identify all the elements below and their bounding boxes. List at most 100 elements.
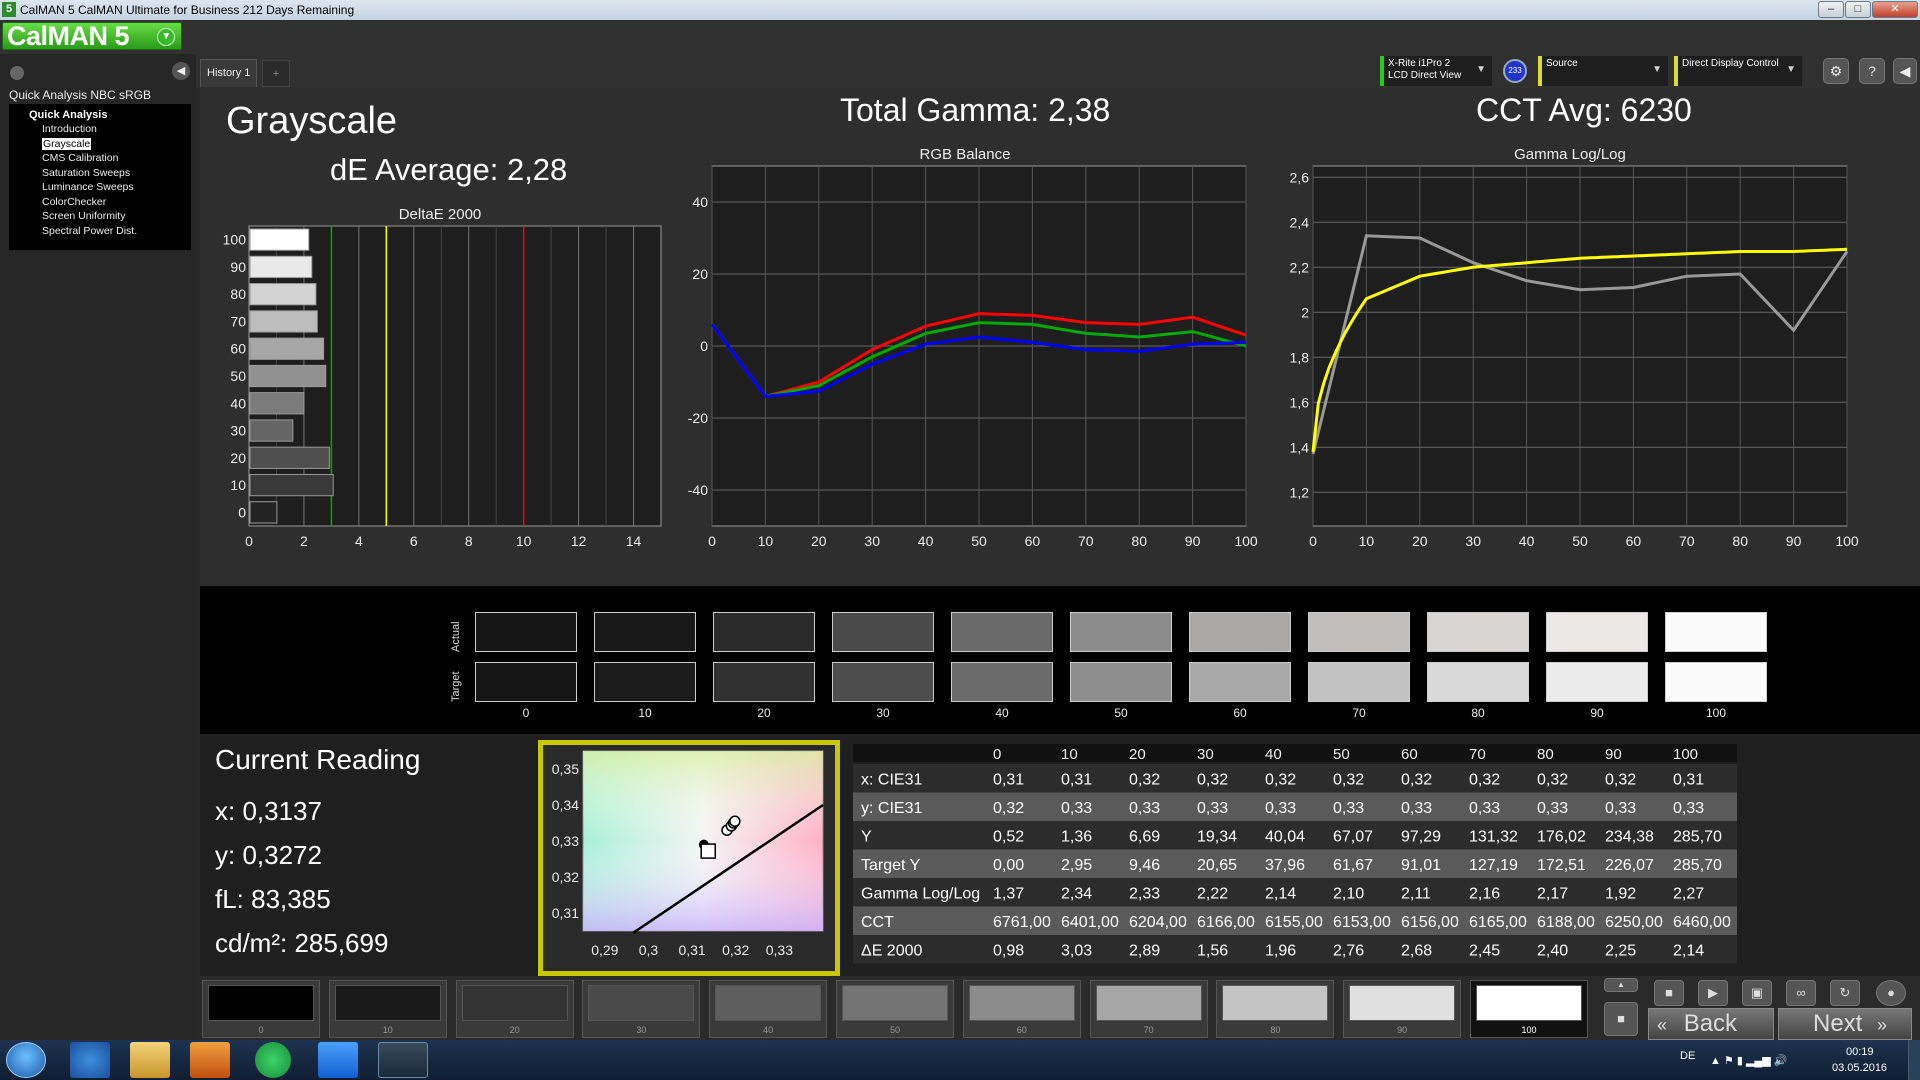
deltae-x-tick: 6 <box>410 533 418 549</box>
chevron-down-icon: ▼ <box>1476 64 1486 75</box>
add-tab-button[interactable]: + <box>262 60 290 87</box>
dropbox-icon[interactable] <box>318 1042 358 1078</box>
patch-button[interactable]: 100 <box>1470 980 1588 1038</box>
patch-button[interactable]: 0 <box>202 980 320 1038</box>
patch-button[interactable]: 40 <box>709 980 828 1038</box>
swatch-label: 80 <box>1471 706 1485 720</box>
patch-button[interactable]: 60 <box>962 980 1081 1038</box>
deltae-bar <box>249 501 278 524</box>
reading-y: y: 0,3272 <box>215 840 322 870</box>
chevrons-right-icon: » <box>1877 1015 1888 1035</box>
media-player-icon[interactable] <box>190 1042 230 1078</box>
start-button[interactable] <box>6 1042 46 1078</box>
stop-square-icon[interactable]: ■ <box>1604 1002 1638 1036</box>
language-indicator[interactable]: DE <box>1680 1050 1695 1062</box>
rgb-x-tick: 0 <box>708 533 716 549</box>
patch-button[interactable]: 10 <box>328 980 447 1038</box>
file-explorer-icon[interactable] <box>130 1042 170 1078</box>
calman-logo[interactable]: CalMAN 5 ▼ <box>2 22 182 50</box>
table-cell: 0,31 <box>993 771 1024 788</box>
nav-group-quick-analysis[interactable]: Quick Analysis <box>9 108 191 122</box>
swatch-label: 90 <box>1590 706 1604 720</box>
table-cell: 2,34 <box>1061 885 1092 902</box>
display-selector[interactable]: Direct Display Control ▼ <box>1674 56 1802 86</box>
rgb-x-tick: 50 <box>971 533 987 549</box>
record-icon[interactable]: ● <box>1876 980 1906 1006</box>
patch-button[interactable]: 20 <box>455 980 574 1038</box>
actual-swatch <box>1546 612 1648 652</box>
target-swatch <box>594 662 696 702</box>
nav-item-grayscale[interactable]: Grayscale <box>9 137 191 152</box>
close-button[interactable]: ✕ <box>1872 1 1918 18</box>
back-button[interactable]: « Back <box>1648 1008 1774 1040</box>
source-selector[interactable]: Source ▼ <box>1538 56 1668 86</box>
internet-explorer-icon[interactable] <box>70 1042 110 1078</box>
rgb-x-tick: 20 <box>811 533 827 549</box>
patch-button[interactable]: 70 <box>1089 980 1208 1038</box>
patch-swatch <box>1222 985 1329 1021</box>
show-desktop-button[interactable] <box>1908 1040 1920 1080</box>
meter-selector[interactable]: X-Rite i1Pro 2 LCD Direct View ▼ <box>1380 56 1492 86</box>
nav-item-luminance-sweeps[interactable]: Luminance Sweeps <box>9 180 191 195</box>
rgb-x-tick: 60 <box>1025 533 1041 549</box>
patch-label: 40 <box>763 1025 774 1035</box>
minimize-button[interactable]: – <box>1818 1 1844 18</box>
clock-time[interactable]: 00:19 <box>1846 1046 1874 1058</box>
nav-item-spectral-power[interactable]: Spectral Power Dist. <box>9 224 191 239</box>
gamma-x-tick: 70 <box>1679 533 1695 549</box>
tab-history-1[interactable]: History 1 <box>200 59 258 87</box>
patch-button[interactable]: 90 <box>1343 980 1462 1038</box>
table-cell: 0,32 <box>1469 771 1500 788</box>
nav-item-cms-calibration[interactable]: CMS Calibration <box>9 151 191 166</box>
calman-taskbar-icon[interactable] <box>378 1042 428 1078</box>
table-cell: 0,52 <box>993 828 1024 845</box>
chevron-left-icon[interactable]: ◀ <box>172 62 190 80</box>
refresh-icon[interactable]: ↻ <box>1830 980 1860 1006</box>
table-cell: 0,00 <box>993 857 1024 874</box>
current-reading-title: Current Reading <box>215 744 421 775</box>
table-cell: Target Y <box>861 857 921 874</box>
nav-item-introduction[interactable]: Introduction <box>9 122 191 137</box>
nav-item-screen-uniformity[interactable]: Screen Uniformity <box>9 209 191 224</box>
help-icon[interactable]: ? <box>1859 58 1885 84</box>
stepper-up-icon[interactable]: ▲ <box>1604 978 1638 992</box>
rgb-x-tick: 70 <box>1078 533 1094 549</box>
table-cell: 2,11 <box>1401 885 1431 902</box>
table-cell: 1,96 <box>1265 942 1296 959</box>
table-cell: 0,33 <box>1197 800 1228 817</box>
patch-button[interactable]: 80 <box>1216 980 1335 1038</box>
clock-date[interactable]: 03.05.2016 <box>1832 1062 1887 1074</box>
patch-button[interactable]: 50 <box>836 980 954 1038</box>
table-header-cell: 50 <box>1333 746 1350 763</box>
target-swatch <box>1427 662 1529 702</box>
patch-button[interactable]: 30 <box>582 980 701 1038</box>
nav-item-saturation-sweeps[interactable]: Saturation Sweeps <box>9 166 191 181</box>
nav-item-colorchecker[interactable]: ColorChecker <box>9 195 191 210</box>
spotify-icon[interactable] <box>255 1042 291 1078</box>
patch-swatch <box>334 985 441 1021</box>
stop-icon[interactable]: ■ <box>1654 980 1684 1006</box>
table-cell: 2,95 <box>1061 857 1092 874</box>
nav-menu-icon[interactable] <box>10 66 24 80</box>
gamma-x-tick: 80 <box>1732 533 1748 549</box>
gamma-y-tick: 1,4 <box>1290 439 1310 455</box>
play-icon[interactable]: ▶ <box>1698 980 1728 1006</box>
reading-cdm: cd/m²: 285,699 <box>215 928 389 958</box>
maximize-button[interactable]: □ <box>1845 1 1871 18</box>
deltae-chart: 10090807060504030201000 2 4 6 8 10 12 14 <box>223 225 662 549</box>
gear-icon[interactable]: ⚙ <box>1823 58 1849 84</box>
table-cell: 20,65 <box>1197 857 1237 874</box>
chevron-left-icon[interactable]: ◀ <box>1893 58 1917 84</box>
save-icon[interactable]: ▣ <box>1742 980 1772 1006</box>
table-cell: 2,45 <box>1469 942 1500 959</box>
table-cell: x: CIE31 <box>861 771 922 788</box>
gamma-chart: 2,6 2,4 2,2 2 1,8 1,6 1,4 1,2 0 10 20 30 40 50 60 70 80 9… <box>1290 165 1859 549</box>
tray-icons[interactable]: ▲ ⚑ ▮ ▂▄▆ 🔊 <box>1710 1054 1787 1067</box>
loop-icon[interactable]: ∞ <box>1786 980 1816 1006</box>
target-swatch <box>951 662 1053 702</box>
window-title: CalMAN 5 CalMAN Ultimate for Business 21… <box>20 3 355 17</box>
table-header-cell: 70 <box>1469 746 1486 763</box>
next-button[interactable]: Next » <box>1778 1008 1912 1040</box>
table-cell: 2,10 <box>1333 885 1364 902</box>
table-cell: 3,03 <box>1061 942 1092 959</box>
